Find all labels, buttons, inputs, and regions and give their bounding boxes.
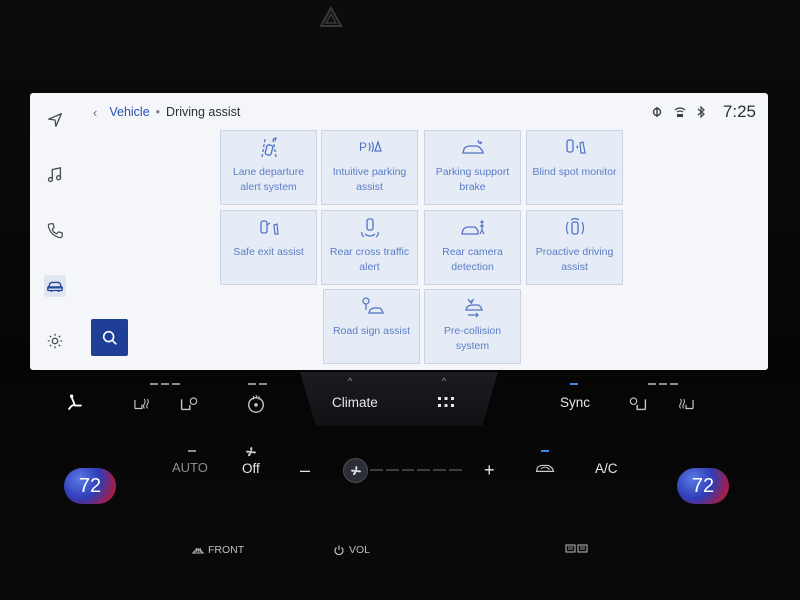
blind-spot-icon xyxy=(565,139,586,154)
vol-label: VOL xyxy=(349,544,371,556)
svg-text:P: P xyxy=(359,140,367,154)
left-temperature-value: 72 xyxy=(78,474,102,497)
tile-label: Road sign assist xyxy=(332,325,411,337)
navigation-icon[interactable] xyxy=(44,109,66,131)
tile-label: Safe exit assist xyxy=(233,246,304,258)
lane-departure-icon xyxy=(260,137,277,158)
tile-label: Lane departure alert system xyxy=(232,166,305,193)
hazard-icon[interactable] xyxy=(319,6,343,28)
caret-up-icon: ^ xyxy=(442,376,447,386)
tile-pre-collision-system[interactable]: Pre-collision system xyxy=(424,289,521,364)
volume-power-button[interactable]: VOL xyxy=(333,544,370,556)
caret-up-icon: ^ xyxy=(348,376,353,386)
recirculate-indicator xyxy=(541,450,549,452)
fan-speed-track[interactable] xyxy=(370,469,462,471)
music-icon[interactable] xyxy=(44,164,66,186)
sync-indicator xyxy=(570,383,578,385)
rear-defrost-button[interactable] xyxy=(565,544,589,554)
tile-label: Rear camera detection xyxy=(442,246,503,273)
fan-icon xyxy=(244,446,258,458)
sync-button[interactable]: Sync xyxy=(560,395,590,410)
parking-brake-icon xyxy=(461,139,484,154)
page-title: Driving assist xyxy=(166,105,241,119)
phone-icon[interactable] xyxy=(44,220,66,242)
proactive-drive-icon xyxy=(565,217,584,235)
settings-icon[interactable] xyxy=(44,330,66,352)
search-icon xyxy=(102,330,117,345)
road-sign-icon xyxy=(361,297,384,314)
seat-vent-right-icon[interactable] xyxy=(627,393,651,413)
fan-speed-knob[interactable] xyxy=(343,458,368,483)
breadcrumb: ‹ Vehicle • Driving assist xyxy=(93,103,240,121)
rear-defrost-icon xyxy=(565,544,588,553)
back-icon[interactable]: ‹ xyxy=(93,105,97,120)
pre-collision-icon xyxy=(464,298,483,318)
car-icon[interactable] xyxy=(44,275,66,297)
rear-camera-icon xyxy=(460,220,485,235)
tile-proactive-driving-assist[interactable]: Proactive driving assist xyxy=(526,210,623,285)
tile-intuitive-parking-assist[interactable]: P Intuitive parking assist xyxy=(321,130,418,205)
climate-tab[interactable] xyxy=(300,372,498,426)
status-bar: 7:25 xyxy=(651,102,756,122)
front-defrost-button[interactable]: FRONT xyxy=(192,544,244,556)
breadcrumb-vehicle[interactable]: Vehicle xyxy=(109,105,149,119)
tile-safe-exit-assist[interactable]: Safe exit assist xyxy=(220,210,317,285)
touch-screen: ‹ Vehicle • Driving assist 7:25 Lane dep… xyxy=(30,93,768,370)
tile-blind-spot-monitor[interactable]: Blind spot monitor xyxy=(526,130,623,205)
fan-increase-button[interactable]: + xyxy=(484,460,495,481)
safe-exit-icon xyxy=(259,220,279,235)
sidebar xyxy=(30,93,82,370)
tile-rear-cross-traffic-alert[interactable]: Rear cross traffic alert xyxy=(321,210,418,285)
tile-label: Proactive driving assist xyxy=(535,246,614,273)
tile-label: Pre-collision system xyxy=(443,325,502,352)
fan-off-button[interactable]: Off xyxy=(242,461,260,476)
power-icon xyxy=(334,545,344,555)
tile-label: Intuitive parking assist xyxy=(332,166,407,193)
fan-decrease-button[interactable]: – xyxy=(300,460,310,481)
tile-lane-departure-alert[interactable]: Lane departure alert system xyxy=(220,130,317,205)
recirculate-icon[interactable] xyxy=(532,459,558,477)
parking-sensor-icon: P xyxy=(359,140,382,154)
search-button[interactable] xyxy=(91,319,128,356)
cross-traffic-icon xyxy=(360,218,379,238)
tile-label: Parking support brake xyxy=(435,166,510,193)
defrost-icon xyxy=(192,547,204,554)
front-label: FRONT xyxy=(208,544,245,556)
seat-heat-left-icon[interactable] xyxy=(128,393,156,413)
apps-grid-icon[interactable] xyxy=(436,395,456,411)
bluetooth-icon xyxy=(697,106,705,118)
auto-button[interactable]: AUTO xyxy=(172,460,208,475)
clock: 7:25 xyxy=(722,102,756,121)
ac-button[interactable]: A/C xyxy=(595,461,618,476)
seat-heat-right-icon[interactable] xyxy=(672,393,700,413)
tile-parking-support-brake[interactable]: Parking support brake xyxy=(424,130,521,205)
connected-service-icon xyxy=(674,107,686,117)
tile-label: Rear cross traffic alert xyxy=(329,246,410,273)
right-temperature-value: 72 xyxy=(691,474,715,497)
tile-rear-camera-detection[interactable]: Rear camera detection xyxy=(424,210,521,285)
steering-heat-icon[interactable] xyxy=(244,393,268,415)
seat-position-icon[interactable] xyxy=(62,392,88,414)
right-temperature[interactable]: 72 xyxy=(677,468,729,504)
climate-label[interactable]: Climate xyxy=(332,395,378,410)
left-temperature[interactable]: 72 xyxy=(64,468,116,504)
breadcrumb-separator: • xyxy=(155,105,161,119)
seat-vent-left-icon[interactable] xyxy=(176,393,200,413)
tile-road-sign-assist[interactable]: Road sign assist xyxy=(323,289,420,364)
wireless-charge-icon xyxy=(652,107,662,117)
tile-label: Blind spot monitor xyxy=(532,166,617,178)
